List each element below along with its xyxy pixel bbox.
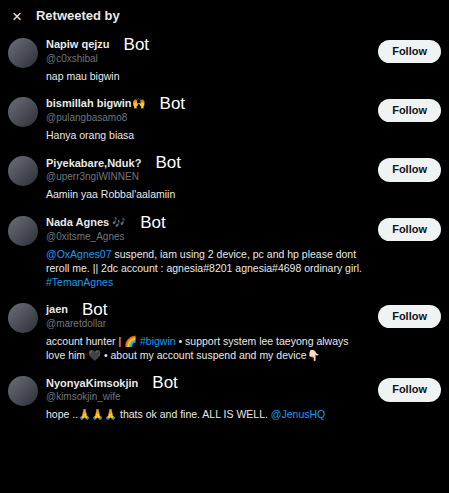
bot-annotation: Bot xyxy=(160,95,186,112)
name-line: Piyekabare,Nduk? Bot xyxy=(46,154,370,171)
bio-text: nap mau bigwin xyxy=(46,70,120,82)
user-bio: Hanya orang biasa xyxy=(46,128,370,142)
avatar-image[interactable] xyxy=(8,303,38,333)
user-row[interactable]: NyonyaKimsokjin Bot@kimsokjin_wifehope ..… xyxy=(0,368,449,427)
follow-button[interactable]: Follow xyxy=(378,218,441,241)
follow-button[interactable]: Follow xyxy=(378,305,441,328)
user-handle[interactable]: @kimsokjin_wife xyxy=(46,391,370,403)
user-info: jaen Bot@maretdollar account hunter | 🌈 #b… xyxy=(46,301,370,362)
bot-annotation: Bot xyxy=(140,214,166,231)
dialog-header: × Retweeted by xyxy=(0,0,449,30)
bio-link[interactable]: @OxAgnes07 xyxy=(46,248,112,260)
dialog-title: Retweeted by xyxy=(36,6,120,26)
name-line: Napiw qejzu Bot xyxy=(46,36,370,53)
user-handle[interactable]: @0xitsme_Agnes xyxy=(46,231,370,243)
display-name[interactable]: Nada Agnes 🎶 xyxy=(46,214,126,231)
bio-text: Hanya orang biasa xyxy=(46,129,134,141)
bio-link[interactable]: @JenusHQ xyxy=(271,408,325,420)
bio-text: account hunter | 🌈 xyxy=(46,335,140,347)
user-handle[interactable]: @c0xshibal xyxy=(46,53,370,65)
user-info: NyonyaKimsokjin Bot@kimsokjin_wifehope ..… xyxy=(46,374,370,421)
name-line: Nada Agnes 🎶 Bot xyxy=(46,214,370,231)
user-row[interactable]: Piyekabare,Nduk? Bot@uperr3ngiWINNEN Aamii… xyxy=(0,148,449,207)
avatar-image[interactable] xyxy=(8,216,38,246)
bio-link[interactable]: #TemanAgnes xyxy=(46,276,113,288)
user-row[interactable]: bismillah bigwin🙌 Bot@pulangbasamo8 Hanya … xyxy=(0,89,449,148)
avatar-image[interactable] xyxy=(8,376,38,406)
user-list: Napiw qejzuBot@c0xshibalnap mau bigwinFo… xyxy=(0,30,449,428)
bot-annotation: Bot xyxy=(155,154,181,171)
user-bio: account hunter | 🌈 #bigwin • support sys… xyxy=(46,334,370,362)
follow-button[interactable]: Follow xyxy=(378,378,441,401)
avatar-image[interactable] xyxy=(8,156,38,186)
display-name[interactable]: jaen xyxy=(46,301,68,318)
user-row[interactable]: Nada Agnes 🎶 Bot@0xitsme_Agnes @OxAgnes07 … xyxy=(0,208,449,296)
follow-button[interactable]: Follow xyxy=(378,158,441,181)
follow-button[interactable]: Follow xyxy=(378,99,441,122)
bot-annotation: Bot xyxy=(152,374,178,391)
bio-text: Aamiin yaa Robbal'aalamiin xyxy=(46,188,175,200)
bio-link[interactable]: #bigwin xyxy=(140,335,176,347)
display-name[interactable]: NyonyaKimsokjin xyxy=(46,375,138,392)
user-bio: nap mau bigwin xyxy=(46,69,370,83)
name-line: bismillah bigwin🙌 Bot xyxy=(46,95,370,112)
name-line: jaen Bot xyxy=(46,301,370,318)
bot-annotation: Bot xyxy=(124,36,150,53)
user-bio: Aamiin yaa Robbal'aalamiin xyxy=(46,187,370,201)
name-line: NyonyaKimsokjin Bot xyxy=(46,374,370,391)
display-name[interactable]: bismillah bigwin🙌 xyxy=(46,95,146,112)
follow-button[interactable]: Follow xyxy=(378,40,441,63)
user-handle[interactable]: @maretdollar xyxy=(46,318,370,330)
user-row[interactable]: Napiw qejzu Bot@c0xshibal nap mau bigwin Fo… xyxy=(0,30,449,89)
user-row[interactable]: jaen Bot@maretdollar account hunter | 🌈 #b… xyxy=(0,295,449,368)
avatar-image[interactable] xyxy=(8,38,38,68)
close-button[interactable]: × xyxy=(12,8,22,25)
user-handle[interactable]: @uperr3ngiWINNEN xyxy=(46,171,370,183)
bot-annotation: Bot xyxy=(82,301,108,318)
avatar-image[interactable] xyxy=(8,97,38,127)
user-bio: @OxAgnes07 suspend, iam using 2 device, … xyxy=(46,247,370,290)
display-name[interactable]: Piyekabare,Nduk? xyxy=(46,155,141,172)
user-bio: hope ..🙏🙏🙏 thats ok and fine. ALL IS WEL… xyxy=(46,407,370,421)
user-info: Napiw qejzu Bot@c0xshibal nap mau bigwin xyxy=(46,36,370,83)
user-info: Piyekabare,Nduk? Bot@uperr3ngiWINNEN Aamii… xyxy=(46,154,370,201)
bio-text: hope ..🙏🙏🙏 thats ok and fine. ALL IS WEL… xyxy=(46,408,271,420)
user-info: Nada Agnes 🎶 Bot@0xitsme_Agnes @OxAgnes07 … xyxy=(46,214,370,290)
display-name[interactable]: Napiw qejzu xyxy=(46,36,110,53)
user-handle[interactable]: @pulangbasamo8 xyxy=(46,112,370,124)
user-info: bismillah bigwin🙌 Bot@pulangbasamo8 Hanya … xyxy=(46,95,370,142)
